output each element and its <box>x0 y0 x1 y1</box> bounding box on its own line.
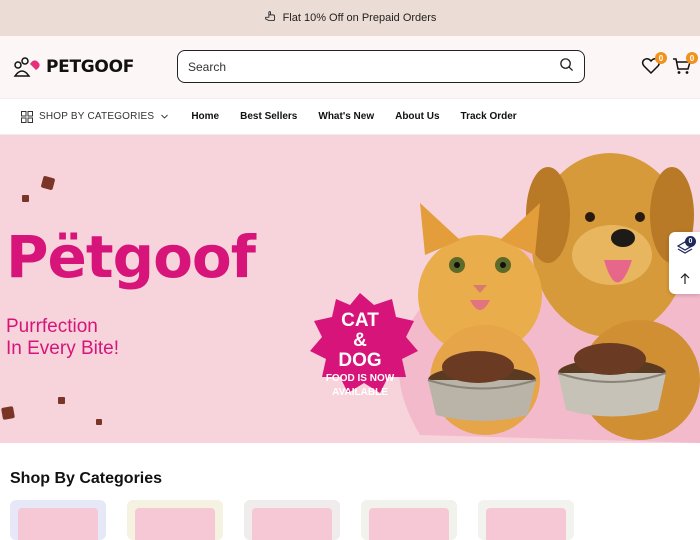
category-card[interactable] <box>10 500 106 540</box>
announcement-text: Flat 10% Off on Prepaid Orders <box>282 12 437 24</box>
nav-link-about-us[interactable]: About Us <box>395 111 439 122</box>
category-card[interactable] <box>127 500 223 540</box>
search-icon[interactable] <box>559 57 574 77</box>
nav-link-home[interactable]: Home <box>191 111 219 122</box>
layers-count-badge: 0 <box>685 236 696 247</box>
scroll-to-top-button[interactable] <box>669 263 700 294</box>
hero-tagline: Purrfection In Every Bite! <box>6 316 119 360</box>
section-title-categories: Shop By Categories <box>10 470 163 487</box>
grid-icon <box>21 110 33 123</box>
search-input[interactable] <box>188 59 559 74</box>
floating-side-panel: 0 <box>669 232 700 294</box>
paw-logo-icon <box>13 57 40 77</box>
categories-label: SHOP BY CATEGORIES <box>39 111 155 122</box>
hero-tagline-line2: In Every Bite! <box>6 338 119 359</box>
category-card[interactable] <box>478 500 574 540</box>
category-cards <box>10 500 574 540</box>
chevron-down-icon <box>161 114 169 119</box>
shop-by-categories-dropdown[interactable]: SHOP BY CATEGORIES <box>21 110 169 123</box>
nav-link-whats-new[interactable]: What's New <box>318 111 374 122</box>
hero-banner[interactable]: Pëtgoof Purrfection In Every Bite! CAT &… <box>0 135 700 443</box>
site-logo[interactable]: PETGOOF <box>12 56 177 78</box>
wishlist-count-badge: 0 <box>655 52 667 64</box>
hero-brand-title: Pëtgoof <box>6 223 256 291</box>
nav-link-best-sellers[interactable]: Best Sellers <box>240 111 297 122</box>
cart-count-badge: 0 <box>686 52 698 64</box>
burst-food-now: FOOD IS NOW <box>325 373 395 384</box>
site-header: PETGOOF 0 0 <box>0 36 700 98</box>
promo-burst: CAT & DOG FOOD IS NOW AVAILABLE <box>300 311 420 399</box>
search-bar[interactable] <box>177 50 585 83</box>
main-nav: SHOP BY CATEGORIES Home Best Sellers Wha… <box>0 98 700 135</box>
announcement-bar: Flat 10% Off on Prepaid Orders <box>0 0 700 36</box>
layers-button[interactable]: 0 <box>669 232 700 263</box>
burst-dog: DOG <box>338 350 382 371</box>
burst-available: AVAILABLE <box>332 387 388 398</box>
category-card[interactable] <box>244 500 340 540</box>
nav-link-track-order[interactable]: Track Order <box>461 111 517 122</box>
wishlist-button[interactable]: 0 <box>641 52 667 76</box>
burst-cat: CAT <box>341 310 379 331</box>
arrow-up-icon <box>680 272 689 284</box>
burst-ampersand: & <box>353 330 367 351</box>
hero-tagline-line1: Purrfection <box>6 316 98 337</box>
hand-pointer-icon <box>264 10 277 26</box>
cart-button[interactable]: 0 <box>672 52 698 76</box>
category-card[interactable] <box>361 500 457 540</box>
logo-text: PETGOOF <box>46 57 135 77</box>
